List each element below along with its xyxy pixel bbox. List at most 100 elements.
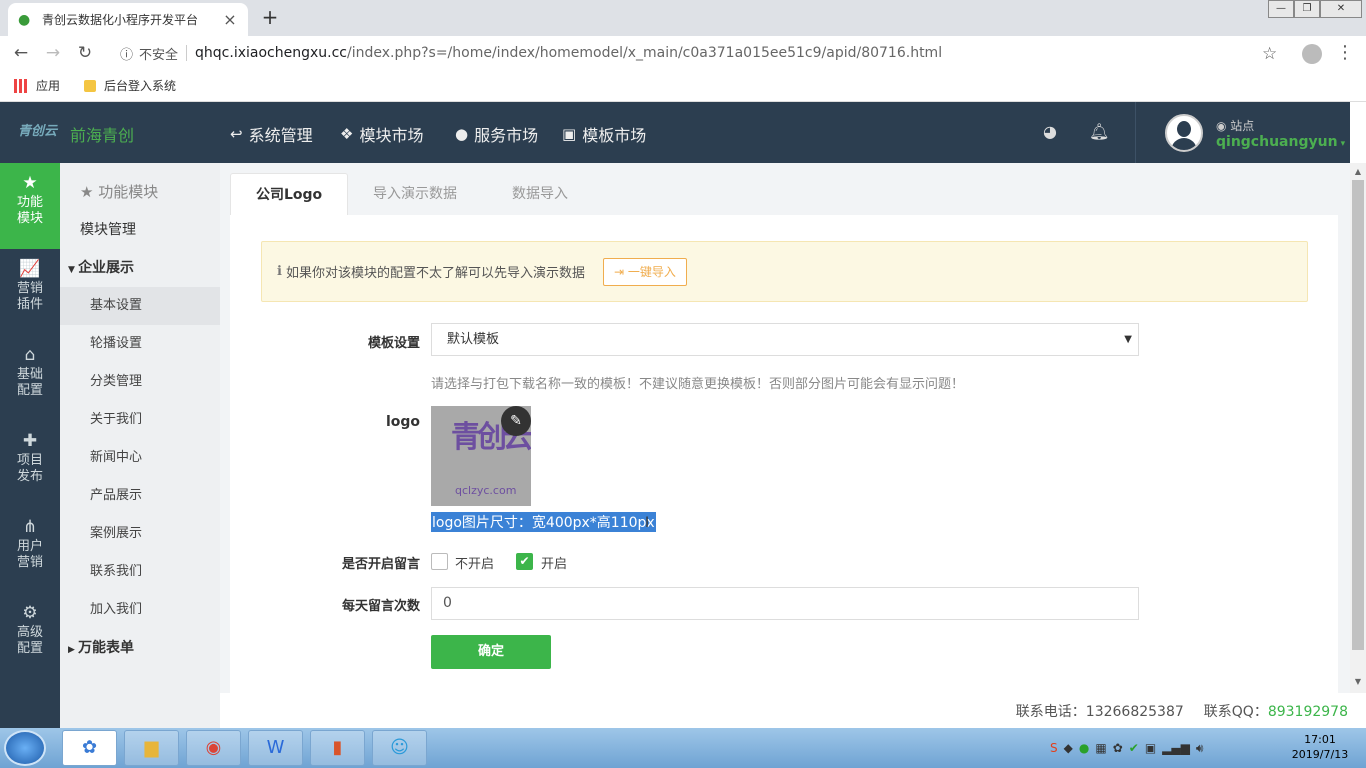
reload-icon[interactable]: ↻ [74,42,96,64]
back-icon[interactable]: ← [10,42,32,64]
baidu-tray-icon[interactable]: ✿ [1113,741,1123,755]
message-on-checkbox[interactable]: ✔ [516,553,533,570]
address-bar[interactable]: ⓘ 不安全 qhqc.ixiaochengxu.cc/index.php?s=/… [110,40,1295,66]
taskbar-wps[interactable]: W [248,730,303,766]
edit-pencil-icon[interactable]: ✎ [501,406,531,436]
nav-label: 系统管理 [248,126,313,145]
scroll-down-icon[interactable]: ▼ [1350,675,1366,689]
clock[interactable]: 17:01 2019/7/13 [1280,732,1360,762]
security-tray-icon[interactable]: ✔ [1129,741,1139,755]
left-rail: ★ 功能 模块 📈 营销 插件 ⌂ 基础 配置 ✚ 项目 发布 ⋔ 用户 营销 ⚙ 高级 配置 [0,163,60,728]
username-dropdown[interactable]: qingchuangyun ▾ [1216,134,1345,150]
logo-size-hint: logo图片尺寸：宽400px*高110px [431,512,656,532]
bookmarks-bar: 应用 后台登入系统 [0,70,1366,102]
security-label: 不安全 [139,47,179,63]
rail-item-1[interactable]: 📈 营销 插件 [0,249,60,335]
sidebar-item-7[interactable]: 联系我们 [60,553,220,591]
scroll-up-icon[interactable]: ▲ [1350,165,1366,179]
close-window-icon[interactable]: ✕ [1320,0,1362,18]
wechat-icon[interactable]: ● [1079,741,1089,755]
rail-item-4[interactable]: ⋔ 用户 营销 [0,507,60,593]
user-avatar[interactable] [1165,114,1203,152]
volume-icon[interactable]: 🔊︎ [1196,741,1204,756]
brand-name[interactable]: 前海青创 [70,122,134,146]
tab-import-demo[interactable]: 导入演示数据 [348,173,482,216]
main-content: 公司Logo 导入演示数据 数据导入 ℹ 如果你对该模块的配置不太了解可以先导入… [220,163,1350,693]
forward-icon[interactable]: → [42,42,64,64]
message-on-label: 开启 [541,557,568,572]
taskbar-presentation[interactable]: ▮ [310,730,365,766]
rail-item-3[interactable]: ✚ 项目 发布 [0,421,60,507]
sidebar-item-8[interactable]: 加入我们 [60,591,220,629]
minimize-icon[interactable]: — [1268,0,1294,18]
rail-item-2[interactable]: ⌂ 基础 配置 [0,335,60,421]
nav-system-manage[interactable]: ↩ 系统管理 [230,122,313,146]
one-click-import-button[interactable]: ⇥ 一键导入 [602,257,687,286]
submit-button[interactable]: 确定 [431,635,551,669]
rail-item-0[interactable]: ★ 功能 模块 [0,163,60,249]
taskbar-live-app[interactable]: ☺ [372,730,427,766]
pie-chart-icon[interactable]: ◕ [1043,122,1057,141]
bookmark-star-icon[interactable]: ☆ [1262,44,1277,64]
bell-icon[interactable]: 🔔︎ [1089,122,1109,141]
sidebar-group-enterprise[interactable]: ▼ 企业展示 [60,249,220,287]
group-label: 万能表单 [78,640,135,656]
start-button[interactable] [4,730,46,766]
message-off-checkbox[interactable] [431,553,448,570]
taskbar-chrome[interactable]: ◉ [186,730,241,766]
browser-toolbar: ← → ↻ ⓘ 不安全 qhqc.ixiaochengxu.cc/index.p… [0,36,1366,70]
contact-qq: 联系QQ：893192978 [1204,701,1348,721]
chart-icon: 📈 [19,259,41,279]
menu-kebab-icon[interactable]: ⋮ [1336,42,1354,63]
sidebar-item-0[interactable]: 基本设置 [60,287,220,325]
info-icon[interactable]: ⓘ [120,44,133,63]
page-scrollbar[interactable]: ▲ ▼ [1350,163,1366,693]
tab-close-icon[interactable]: × [222,10,238,29]
rail-label: 功能 模块 [16,195,43,226]
sidebar-item-module-manage[interactable]: 模块管理 [60,211,220,249]
bookmark-backend-login[interactable]: 后台登入系统 [104,77,176,94]
new-tab-button[interactable]: + [258,4,282,30]
taskbar-baidu-app[interactable]: ✿ [62,730,117,766]
dropbox-icon[interactable]: ◆ [1064,741,1073,755]
rail-item-5[interactable]: ⚙ 高级 配置 [0,593,60,679]
taskbar-explorer[interactable]: ▆ [124,730,179,766]
globe-icon: ● [455,125,469,143]
puzzle-icon: ✚ [22,431,38,451]
app-logo[interactable]: 青创云 [18,120,57,139]
nav-service-market[interactable]: ● 服务市场 [455,122,538,146]
sidebar-item-4[interactable]: 新闻中心 [60,439,220,477]
nav-module-market[interactable]: ❖ 模块市场 [340,122,423,146]
sidebar-item-1[interactable]: 轮播设置 [60,325,220,363]
nav-template-market[interactable]: ▣ 模板市场 [562,122,646,146]
page-footer: 联系电话：13266825387 联系QQ：893192978 [220,693,1366,728]
browser-tab[interactable]: ● 青创云数据化小程序开发平台 × [8,3,248,36]
sidebar-item-6[interactable]: 案例展示 [60,515,220,553]
template-select[interactable]: 默认模板 ▼ [431,323,1139,356]
logo-label: logo [385,414,420,430]
scroll-thumb[interactable] [1352,180,1364,650]
tab-data-import[interactable]: 数据导入 [487,173,593,216]
profile-avatar-icon[interactable] [1302,44,1322,64]
message-label: 是否开启留言 [341,557,420,572]
tab-company-logo[interactable]: 公司Logo [230,173,349,216]
signal-icon[interactable]: ▂▄▆ [1162,741,1190,755]
sidebar-group-forms[interactable]: ▶ 万能表单 [60,629,220,667]
wechat-favicon-icon: ● [18,11,31,28]
user-icon: ◉ [1216,119,1231,133]
sidebar-item-3[interactable]: 关于我们 [60,401,220,439]
monitor-icon[interactable]: ▣ [1145,741,1156,755]
bookmark-apps[interactable]: 应用 [36,77,60,94]
network-app-icon[interactable]: ▦ [1095,741,1106,755]
sub-sidebar: ★ 功能模块 模块管理 ▼ 企业展示 ▶ 万能表单 基本设置 轮播设置 分类管理 关于… [60,163,220,728]
caret-right-icon: ▶ [68,645,79,655]
group-label: 企业展示 [78,260,135,276]
sidebar-item-5[interactable]: 产品展示 [60,477,220,515]
message-count-input[interactable]: 0 [431,587,1139,620]
sogou-icon[interactable]: S [1050,741,1058,755]
folder-icon [84,79,97,92]
restore-icon[interactable]: ❐ [1294,0,1320,18]
star-icon: ★ [22,173,38,193]
sidebar-item-2[interactable]: 分类管理 [60,363,220,401]
alert-text: 如果你对该模块的配置不太了解可以先导入演示数据 [285,266,585,281]
